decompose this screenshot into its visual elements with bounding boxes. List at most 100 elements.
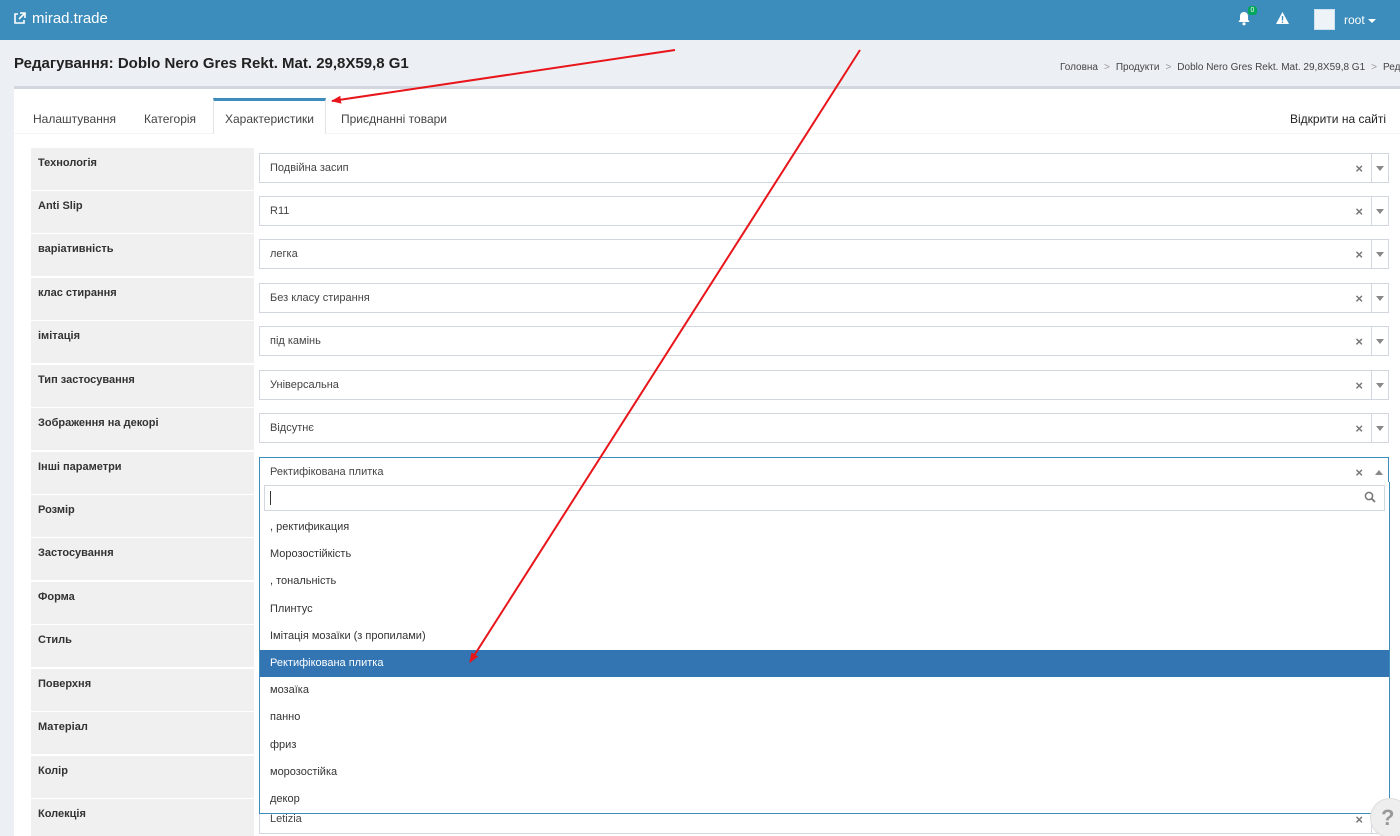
dropdown-search-input[interactable] (265, 486, 1355, 510)
dropdown-option[interactable]: Морозостійкість (260, 541, 1389, 568)
tab-category[interactable]: Категорія (132, 98, 208, 134)
clear-icon[interactable]: × (1355, 291, 1363, 306)
breadcrumb-product[interactable]: Doblo Nero Gres Rekt. Mat. 29,8X59,8 G1 (1177, 62, 1365, 73)
chevron-down-icon (1367, 18, 1376, 23)
search-icon (1364, 491, 1376, 503)
row-label: Матеріал (31, 712, 254, 754)
select-value: Подвійна засип (270, 162, 349, 174)
dropdown-arrow-icon[interactable] (1371, 327, 1388, 355)
row-decor-image: Зображення на декорі Відсутнє × (31, 408, 1400, 451)
dropdown-search[interactable] (264, 485, 1385, 511)
row-label: Інші параметри (31, 452, 254, 494)
alerts-button[interactable] (1275, 11, 1290, 28)
tab-characteristics[interactable]: Характеристики (213, 98, 326, 134)
row-label: Колекція (31, 799, 254, 836)
row-abrasion-class: клас стирання Без класу стирання × (31, 278, 1400, 321)
dropdown-arrow-icon[interactable] (1371, 371, 1388, 399)
dropdown-option[interactable]: панно (260, 704, 1389, 731)
row-technology: Технологія Подвійна засип × (31, 148, 1400, 191)
user-avatar[interactable] (1314, 9, 1335, 30)
dropdown-arrow-icon[interactable] (1371, 154, 1388, 182)
select-value: під камінь (270, 335, 321, 347)
row-application-type: Тип застосування Універсальна × (31, 365, 1400, 408)
row-imitation: імітація під камінь × (31, 321, 1400, 364)
dropdown-option[interactable]: , тональність (260, 568, 1389, 595)
user-name: root (1344, 13, 1365, 27)
row-label: варіативність (31, 234, 254, 276)
dropdown-option[interactable]: , ректификация (260, 514, 1389, 541)
row-label: Тип застосування (31, 365, 254, 407)
row-label: Технологія (31, 148, 254, 190)
row-label: Зображення на декорі (31, 408, 254, 450)
clear-icon[interactable]: × (1355, 421, 1363, 436)
dropdown-option[interactable]: Плинтус (260, 596, 1389, 623)
tab-linked-products[interactable]: Приєднанні товари (336, 98, 452, 134)
text-cursor (270, 491, 271, 505)
clear-icon[interactable]: × (1355, 812, 1363, 827)
breadcrumb-products[interactable]: Продукти (1116, 62, 1160, 73)
anti-slip-select[interactable]: R11 × (259, 196, 1389, 226)
imitation-select[interactable]: під камінь × (259, 326, 1389, 356)
select-value: Ректифікована плитка (270, 466, 384, 478)
page-title: Редагування: Doblo Nero Gres Rekt. Mat. … (14, 55, 409, 72)
brand-link[interactable]: mirad.trade (13, 10, 108, 27)
select-value: Універсальна (270, 379, 339, 391)
select-value: R11 (270, 205, 290, 217)
tab-settings[interactable]: Налаштування (22, 98, 127, 134)
row-anti-slip: Anti Slip R11 × (31, 191, 1400, 234)
variability-select[interactable]: легка × (259, 239, 1389, 269)
clear-icon[interactable]: × (1355, 247, 1363, 262)
breadcrumb-separator: > (1165, 62, 1172, 73)
dropdown-option[interactable]: морозостійка (260, 759, 1389, 786)
abrasion-class-select[interactable]: Без класу стирання × (259, 283, 1389, 313)
decor-image-select[interactable]: Відсутнє × (259, 413, 1389, 443)
external-link-icon (14, 12, 26, 24)
dropdown-arrow-icon[interactable] (1371, 284, 1388, 312)
clear-icon[interactable]: × (1355, 204, 1363, 219)
application-type-select[interactable]: Універсальна × (259, 370, 1389, 400)
dropdown-option[interactable]: Імітація мозаїки (з пропилами) (260, 623, 1389, 650)
user-menu[interactable]: root (1344, 13, 1376, 27)
row-label: клас стирання (31, 278, 254, 320)
help-button[interactable]: ? (1370, 798, 1400, 836)
clear-icon[interactable]: × (1355, 378, 1363, 393)
dropdown-option[interactable]: фриз (260, 732, 1389, 759)
breadcrumb-separator: > (1104, 62, 1110, 73)
row-label: Поверхня (31, 669, 254, 711)
breadcrumb-separator: > (1371, 62, 1377, 73)
brand-name: mirad.trade (32, 10, 108, 27)
select-value: Відсутнє (270, 422, 314, 434)
row-label: Застосування (31, 538, 254, 580)
technology-select[interactable]: Подвійна засип × (259, 153, 1389, 183)
other-params-dropdown: , ректификация Морозостійкість , тональн… (259, 482, 1390, 814)
row-label: імітація (31, 321, 254, 363)
row-label: Anti Slip (31, 191, 254, 233)
notification-count-badge: 0 (1248, 6, 1257, 15)
clear-icon[interactable]: × (1355, 334, 1363, 349)
dropdown-option-selected[interactable]: Ректифікована плитка (260, 649, 1389, 678)
dropdown-arrow-icon[interactable] (1371, 197, 1388, 225)
dropdown-option[interactable]: декор (260, 786, 1389, 813)
select-value: Без класу стирання (270, 292, 370, 304)
dropdown-arrow-icon[interactable] (1371, 414, 1388, 442)
clear-icon[interactable]: × (1355, 465, 1363, 480)
row-variability: варіативність легка × (31, 234, 1400, 277)
top-navbar: mirad.trade 0 root (0, 0, 1400, 40)
row-label: Стиль (31, 625, 254, 667)
open-on-site-link[interactable]: Відкрити на сайті (1290, 112, 1386, 126)
breadcrumb-current: Редагування (1383, 62, 1400, 73)
row-label: Колір (31, 756, 254, 798)
row-label: Розмір (31, 495, 254, 537)
warning-icon (1276, 12, 1289, 24)
dropdown-arrow-icon[interactable] (1371, 240, 1388, 268)
select-value: Letizia (270, 813, 302, 825)
tabs-bar: Налаштування Категорія Характеристики Пр… (14, 89, 1400, 134)
question-icon: ? (1381, 805, 1395, 830)
dropdown-option[interactable]: мозаїка (260, 677, 1389, 704)
breadcrumb-home[interactable]: Головна (1060, 62, 1098, 73)
select-value: легка (270, 248, 298, 260)
clear-icon[interactable]: × (1355, 161, 1363, 176)
row-label: Форма (31, 582, 254, 624)
breadcrumb: Головна > Продукти > Doblo Nero Gres Rek… (1060, 62, 1400, 73)
dropdown-options: , ректификация Морозостійкість , тональн… (260, 514, 1389, 813)
